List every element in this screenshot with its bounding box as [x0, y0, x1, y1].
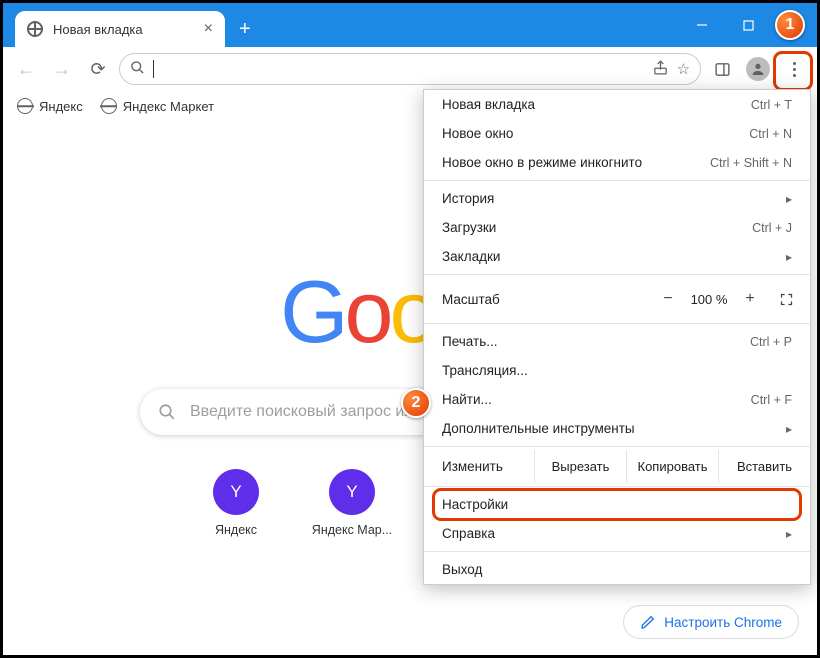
- zoom-value: 100 %: [682, 292, 736, 307]
- bookmark-item[interactable]: Яндекс Маркет: [101, 98, 214, 114]
- customize-label: Настроить Chrome: [664, 615, 782, 630]
- menu-item-print[interactable]: Печать...Ctrl + P: [424, 327, 810, 356]
- menu-item-incognito[interactable]: Новое окно в режиме инкогнитоCtrl + Shif…: [424, 148, 810, 177]
- address-input[interactable]: [162, 61, 399, 77]
- globe-icon: [101, 98, 117, 114]
- edit-paste[interactable]: Вставить: [718, 450, 810, 483]
- chevron-right-icon: ▸: [786, 422, 792, 436]
- browser-tab[interactable]: Новая вкладка ×: [15, 11, 225, 47]
- reload-button[interactable]: ⟳: [83, 54, 113, 84]
- text-cursor: [153, 60, 154, 78]
- menu-item-more-tools[interactable]: Дополнительные инструменты▸: [424, 414, 810, 443]
- edit-label: Изменить: [424, 450, 534, 483]
- shortcut-tile[interactable]: Y Яндекс Мар...: [307, 469, 397, 537]
- menu-item-bookmarks[interactable]: Закладки▸: [424, 242, 810, 271]
- menu-item-help[interactable]: Справка▸: [424, 519, 810, 548]
- globe-icon: [27, 21, 43, 37]
- shortcut-tile[interactable]: Y Яндекс: [191, 469, 281, 537]
- menu-item-new-tab[interactable]: Новая вкладкаCtrl + T: [424, 90, 810, 119]
- menu-item-new-window[interactable]: Новое окноCtrl + N: [424, 119, 810, 148]
- close-icon[interactable]: ×: [204, 20, 213, 38]
- back-button[interactable]: ←: [11, 54, 41, 84]
- customize-chrome-button[interactable]: Настроить Chrome: [623, 605, 799, 639]
- side-panel-icon[interactable]: [707, 54, 737, 84]
- menu-item-find[interactable]: Найти...Ctrl + F: [424, 385, 810, 414]
- bookmark-label: Яндекс Маркет: [123, 99, 214, 114]
- shortcut-icon: Y: [329, 469, 375, 515]
- address-bar[interactable]: ☆: [119, 53, 701, 85]
- edit-copy[interactable]: Копировать: [626, 450, 718, 483]
- maximize-button[interactable]: [725, 3, 771, 47]
- window-controls: [679, 3, 817, 47]
- zoom-label: Масштаб: [442, 292, 654, 307]
- chevron-right-icon: ▸: [786, 192, 792, 206]
- bookmark-label: Яндекс: [39, 99, 83, 114]
- share-icon[interactable]: [652, 59, 669, 80]
- menu-item-downloads[interactable]: ЗагрузкиCtrl + J: [424, 213, 810, 242]
- profile-button[interactable]: [743, 54, 773, 84]
- star-icon[interactable]: ☆: [677, 60, 690, 78]
- menu-item-edit: Изменить Вырезать Копировать Вставить: [424, 450, 810, 483]
- search-icon: [130, 60, 145, 79]
- menu-item-exit[interactable]: Выход: [424, 555, 810, 584]
- pencil-icon: [640, 614, 656, 630]
- shortcut-label: Яндекс Мар...: [312, 523, 392, 537]
- new-tab-button[interactable]: +: [225, 11, 265, 47]
- window-titlebar: Новая вкладка × +: [3, 3, 817, 47]
- globe-icon: [17, 98, 33, 114]
- shortcut-label: Яндекс: [215, 523, 257, 537]
- menu-item-settings[interactable]: Настройки: [424, 490, 810, 519]
- menu-button[interactable]: [779, 54, 809, 84]
- minimize-button[interactable]: [679, 3, 725, 47]
- menu-item-cast[interactable]: Трансляция...: [424, 356, 810, 385]
- chevron-right-icon: ▸: [786, 527, 792, 541]
- menu-item-history[interactable]: История▸: [424, 184, 810, 213]
- forward-button[interactable]: →: [47, 54, 77, 84]
- edit-cut[interactable]: Вырезать: [534, 450, 626, 483]
- chrome-menu: Новая вкладкаCtrl + T Новое окноCtrl + N…: [423, 89, 811, 585]
- close-window-button[interactable]: [771, 3, 817, 47]
- fullscreen-button[interactable]: [772, 285, 800, 313]
- tab-title: Новая вкладка: [53, 22, 194, 37]
- zoom-in-button[interactable]: +: [736, 285, 764, 313]
- shortcut-icon: Y: [213, 469, 259, 515]
- zoom-out-button[interactable]: −: [654, 285, 682, 313]
- search-icon: [158, 403, 176, 421]
- search-placeholder: Введите поисковый запрос или URL: [190, 403, 459, 421]
- menu-item-zoom: Масштаб − 100 % +: [424, 278, 810, 320]
- bookmark-item[interactable]: Яндекс: [17, 98, 83, 114]
- toolbar: ← → ⟳ ☆: [3, 47, 817, 91]
- chevron-right-icon: ▸: [786, 250, 792, 264]
